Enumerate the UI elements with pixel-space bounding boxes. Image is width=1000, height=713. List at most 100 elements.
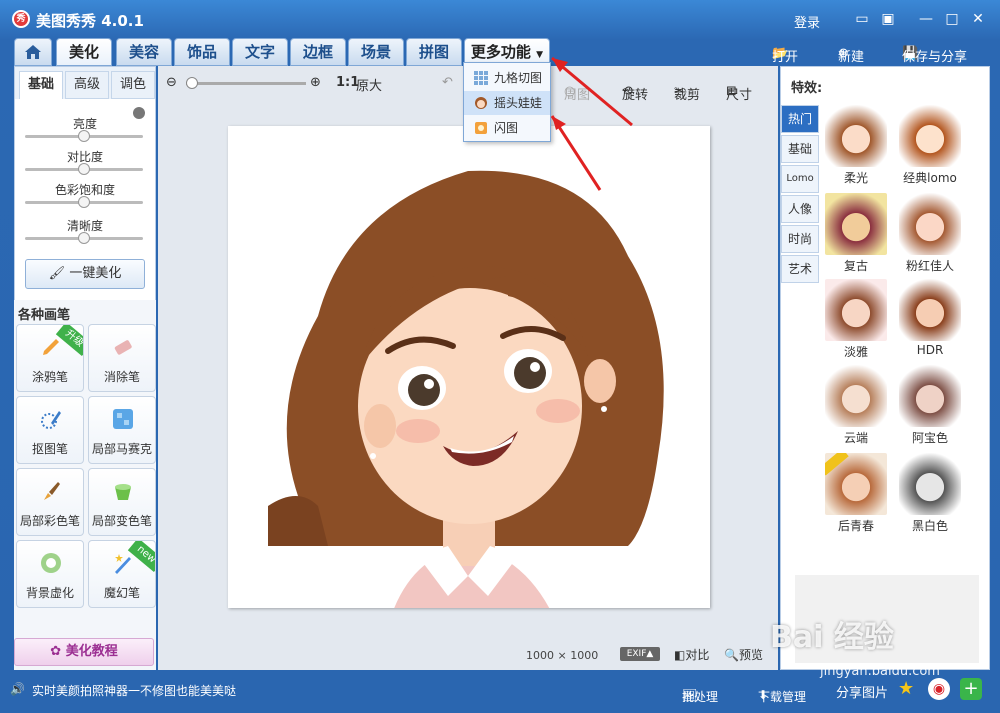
effect-classic-lomo[interactable]: 经典lomo [897, 105, 963, 187]
tool-label: 局部彩色笔 [19, 514, 80, 528]
slider-knob[interactable] [78, 232, 90, 244]
tab-beautify[interactable]: 美化 [56, 38, 112, 66]
tool-label: 魔幻笔 [103, 586, 140, 600]
brush-panel: 各种画笔 升级 涂鸦笔 消除笔 抠图笔 局部马赛克 局部彩色笔 局部变色笔 背景… [14, 300, 156, 670]
menu-item-flash-gif[interactable]: 闪图 [464, 116, 550, 140]
zoom-out-icon[interactable]: ⊖ [166, 75, 177, 90]
doodle-pen-tool[interactable]: 升级 涂鸦笔 [16, 324, 84, 392]
watermark-url: jingyan.baidu.com [820, 664, 940, 679]
cartoon-girl-image [268, 170, 664, 626]
contrast-slider[interactable] [25, 163, 143, 175]
category-lomo[interactable]: Lomo [781, 165, 819, 193]
slider-knob[interactable] [78, 196, 90, 208]
effect-label: 经典lomo [903, 171, 957, 185]
weibo-icon[interactable]: ◉ [928, 678, 950, 700]
mosaic-tool[interactable]: 局部马赛克 [88, 396, 156, 464]
effect-abao[interactable]: 阿宝色 [897, 365, 963, 447]
original-size-button[interactable]: 原大 [356, 75, 382, 94]
share-label: 分享图片 [836, 686, 889, 701]
pencil-icon [43, 339, 59, 355]
slider-knob[interactable] [78, 163, 90, 175]
undo-icon[interactable]: ↶ [442, 75, 453, 90]
effect-hdr[interactable]: HDR [897, 279, 963, 361]
saturation-slider[interactable] [25, 196, 143, 208]
eraser-tool[interactable]: 消除笔 [88, 324, 156, 392]
vip-ribbon [825, 453, 849, 476]
feedback-icon[interactable]: ▭ [852, 10, 872, 28]
subtab-color[interactable]: 调色 [111, 71, 155, 99]
effect-label: 复古 [843, 259, 868, 273]
category-fashion[interactable]: 时尚 [781, 225, 819, 253]
zoom-in-icon[interactable]: ⊕ [310, 75, 321, 90]
category-portrait[interactable]: 人像 [781, 195, 819, 223]
crop-label: 裁剪 [674, 88, 701, 103]
tab-border[interactable]: 边框 [290, 38, 346, 66]
speaker-icon[interactable]: 🔊 [10, 682, 25, 696]
photo-canvas[interactable] [228, 126, 710, 626]
menu-item-nine-grid[interactable]: 九格切图 [464, 66, 550, 90]
category-basic[interactable]: 基础 [781, 135, 819, 163]
home-tab[interactable] [14, 38, 52, 66]
add-share-icon[interactable]: + [960, 678, 982, 700]
effect-elegant[interactable]: 淡雅 [823, 279, 889, 361]
tab-text[interactable]: 文字 [232, 38, 288, 66]
effect-cloud[interactable]: 云端 [823, 365, 889, 447]
qzone-star-icon[interactable]: ★ [898, 678, 914, 699]
tab-collage[interactable]: 拼图 [406, 38, 462, 66]
exif-button[interactable]: EXIF▲ [620, 647, 660, 661]
magic-pen-tool[interactable]: new 魔幻笔 [88, 540, 156, 608]
menu-item-bobblehead[interactable]: 摇头娃娃 [464, 91, 550, 115]
status-tip[interactable]: 实时美颜拍照神器一不修图也能美美哒 [32, 682, 236, 699]
brightness-slider[interactable] [25, 130, 143, 142]
local-color-pen-tool[interactable]: 局部彩色笔 [16, 468, 84, 536]
download-label: 下载管理 [758, 690, 807, 704]
cutout-icon [41, 411, 61, 429]
cutout-pen-tool[interactable]: 抠图笔 [16, 396, 84, 464]
tab-scene[interactable]: 场景 [348, 38, 404, 66]
compare-button[interactable]: ◧对比 [674, 646, 709, 663]
effect-thumbnail [825, 453, 887, 515]
sharpness-slider[interactable] [25, 232, 143, 244]
effect-retro[interactable]: 复古 [823, 193, 889, 275]
flash-icon [475, 122, 487, 134]
maximize-icon[interactable]: □ [942, 10, 962, 28]
close-icon[interactable]: ✕ [968, 10, 988, 28]
tab-accessories[interactable]: 饰品 [174, 38, 230, 66]
grid-icon [474, 71, 488, 85]
tutorial-button[interactable]: ✿ 美化教程 [14, 638, 154, 666]
preview-button[interactable]: 🔍预览 [724, 646, 763, 663]
effect-black-white[interactable]: 黑白色 [897, 453, 963, 535]
effects-panel: 特效: 热门 基础 Lomo 人像 时尚 艺术 柔光 经典lomo 复古 粉红佳… [780, 66, 990, 670]
local-recolor-pen-tool[interactable]: 局部变色笔 [88, 468, 156, 536]
zoom-slider[interactable] [186, 77, 306, 89]
minimize-icon[interactable]: — [916, 10, 936, 28]
one-key-beautify-button[interactable]: 🖌 一键美化 [25, 259, 145, 289]
effect-thumbnail [899, 453, 961, 515]
eraser-icon [114, 340, 132, 355]
login-link[interactable]: 登录 [794, 12, 820, 31]
effect-thumbnail [825, 365, 887, 427]
category-art[interactable]: 艺术 [781, 255, 819, 283]
open-label: 打开 [772, 50, 799, 65]
wand-icon: 🖌 [48, 266, 70, 281]
background-blur-tool[interactable]: 背景虚化 [16, 540, 84, 608]
app-title: 美图秀秀 4.0.1 [36, 12, 144, 30]
paint-bucket-icon [115, 484, 131, 500]
effect-pink-lady[interactable]: 粉红佳人 [897, 193, 963, 275]
skin-icon[interactable]: ▣ [878, 10, 898, 28]
zoom-knob[interactable] [186, 77, 198, 89]
image-height: 1000 [570, 649, 599, 662]
effect-post-youth[interactable]: 后青春 [823, 453, 889, 535]
blur-icon [41, 553, 61, 573]
category-hot[interactable]: 热门 [781, 105, 819, 133]
effect-label: 粉红佳人 [905, 259, 954, 273]
effect-thumbnail [899, 193, 961, 255]
slider-knob[interactable] [78, 130, 90, 142]
subtab-advanced[interactable]: 高级 [65, 71, 109, 99]
subtab-basic[interactable]: 基础 [19, 71, 63, 99]
tab-more-label: 更多功能 [470, 43, 531, 61]
tab-beauty[interactable]: 美容 [116, 38, 172, 66]
doll-icon [475, 97, 487, 109]
effect-soft-light[interactable]: 柔光 [823, 105, 889, 187]
tool-label: 局部马赛克 [91, 442, 152, 456]
